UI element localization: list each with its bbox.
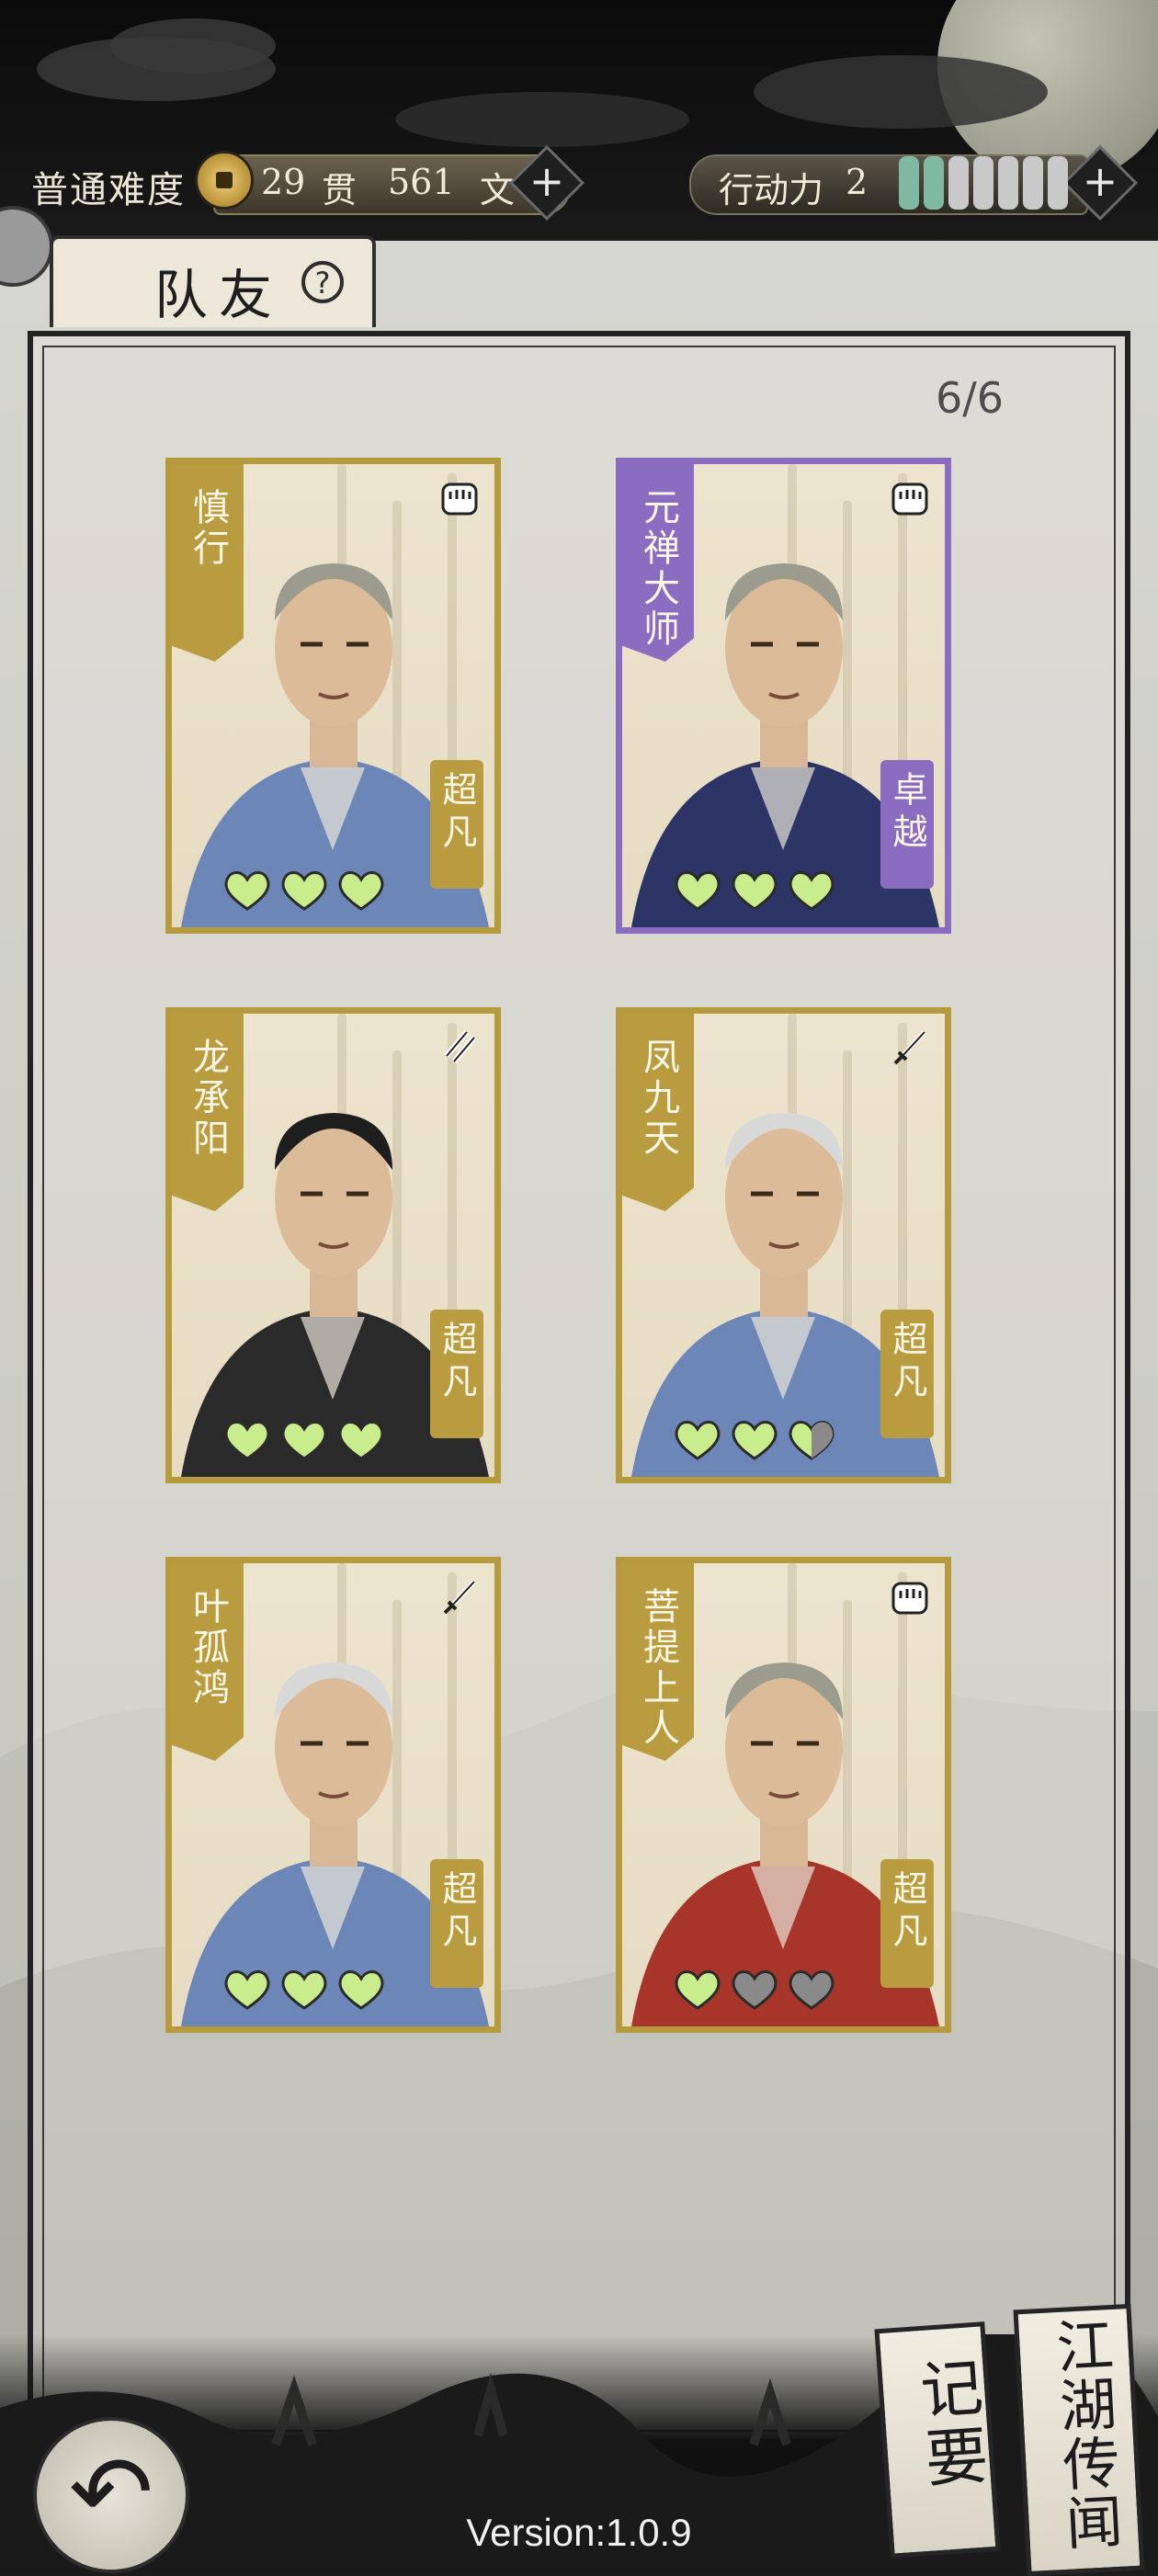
top-bar: 普通难度 29 贯 561 文 + 行动力 2 + <box>0 0 1158 248</box>
plus-icon: + <box>1082 156 1118 206</box>
tab-title: 队友 <box>154 264 284 326</box>
money-wen-value: 561 <box>388 162 455 202</box>
heart-icon <box>281 1421 327 1460</box>
teammate-card[interactable]: 叶孤鸿超凡 <box>129 1551 507 2038</box>
teammate-name: 慎行 <box>187 488 229 569</box>
fist-icon <box>890 1578 930 1618</box>
heart-icon <box>675 871 721 911</box>
notes-label: 记要 <box>906 2354 989 2495</box>
card-portrait-frame: 凤九天超凡 <box>616 1007 951 1483</box>
teammate-name: 菩提上人 <box>637 1587 679 1749</box>
heart-icon <box>675 1421 721 1460</box>
heart-icon <box>224 871 270 911</box>
action-point-segment <box>924 156 944 210</box>
heart-icon <box>732 871 778 911</box>
card-portrait-frame: 慎行超凡 <box>165 458 501 934</box>
action-point-segment <box>998 156 1018 210</box>
heart-meter <box>672 1416 865 1464</box>
sword-icon <box>890 1028 930 1069</box>
rank-badge: 超凡 <box>430 760 483 889</box>
heart-meter <box>221 1966 414 2014</box>
card-portrait-frame: 元禅大师卓越 <box>616 458 951 934</box>
rank-badge: 超凡 <box>880 1310 934 1438</box>
teammate-name: 叶孤鸿 <box>187 1587 229 1708</box>
rank-label: 卓越 <box>887 771 927 856</box>
teammate-card[interactable]: 慎行超凡 <box>129 452 507 939</box>
heart-icon <box>338 871 384 911</box>
teammate-name: 龙承阳 <box>187 1038 229 1159</box>
action-point-segment <box>973 156 993 210</box>
action-point-segment <box>899 156 919 210</box>
card-portrait-frame: 菩提上人超凡 <box>616 1557 951 2033</box>
help-icon[interactable]: ? <box>301 261 344 303</box>
heart-icon <box>338 1421 384 1460</box>
teammate-count: 6/6 <box>936 373 1005 423</box>
rank-label: 超凡 <box>887 1870 927 1955</box>
teammate-card[interactable]: 元禅大师卓越 <box>579 452 958 939</box>
money-guan-value: 29 <box>261 162 306 202</box>
action-point-segment <box>948 156 969 210</box>
cloud-decoration <box>754 55 1048 129</box>
rank-label: 超凡 <box>887 1321 927 1405</box>
teammate-name: 凤九天 <box>637 1038 679 1159</box>
heart-meter <box>221 867 414 914</box>
action-points-value: 2 <box>846 162 868 202</box>
cloud-decoration <box>110 18 276 74</box>
heart-meter <box>221 1416 414 1464</box>
tab-teammates[interactable]: 队友 ? <box>50 235 376 327</box>
heart-icon <box>789 1970 834 2010</box>
heart-meter <box>672 1966 865 2014</box>
heart-icon <box>281 871 327 911</box>
rank-badge: 超凡 <box>880 1859 934 1988</box>
heart-meter <box>672 867 865 914</box>
fist-icon <box>439 479 480 519</box>
teammate-name: 元禅大师 <box>637 488 679 650</box>
rank-badge: 卓越 <box>880 760 934 889</box>
coin-icon <box>195 151 254 210</box>
heart-icon <box>224 1970 270 2010</box>
rank-label: 超凡 <box>437 771 477 856</box>
version-text: Version:1.0.9 <box>466 2511 692 2554</box>
money-guan-unit: 贯 <box>322 170 358 210</box>
fist-icon <box>890 479 930 519</box>
heart-icon <box>281 1970 327 2010</box>
teammate-card[interactable]: 龙承阳超凡 <box>129 1002 507 1489</box>
heart-icon <box>732 1970 778 2010</box>
cloud-decoration <box>395 92 689 147</box>
rank-label: 超凡 <box>437 1321 477 1405</box>
action-points-label: 行动力 <box>719 170 824 210</box>
plus-icon: + <box>528 156 565 206</box>
card-portrait-frame: 龙承阳超凡 <box>165 1007 501 1483</box>
difficulty-label: 普通难度 <box>31 169 186 211</box>
heart-icon <box>789 871 834 911</box>
heart-icon <box>224 1421 270 1460</box>
rank-badge: 超凡 <box>430 1310 483 1438</box>
card-portrait-frame: 叶孤鸿超凡 <box>165 1557 501 2033</box>
heart-icon <box>732 1421 778 1460</box>
action-point-segment <box>1023 156 1043 210</box>
action-point-segment <box>1048 156 1068 210</box>
heart-icon <box>338 1970 384 2010</box>
sword-icon <box>439 1578 480 1618</box>
teammate-card[interactable]: 菩提上人超凡 <box>579 1551 958 2038</box>
heart-icon <box>675 1970 721 2010</box>
money-wen-unit: 文 <box>480 170 516 210</box>
twin-blades-icon <box>439 1028 480 1069</box>
heart-icon <box>789 1421 834 1460</box>
rank-label: 超凡 <box>437 1870 477 1955</box>
teammate-card[interactable]: 凤九天超凡 <box>579 1002 958 1489</box>
rank-badge: 超凡 <box>430 1859 483 1988</box>
